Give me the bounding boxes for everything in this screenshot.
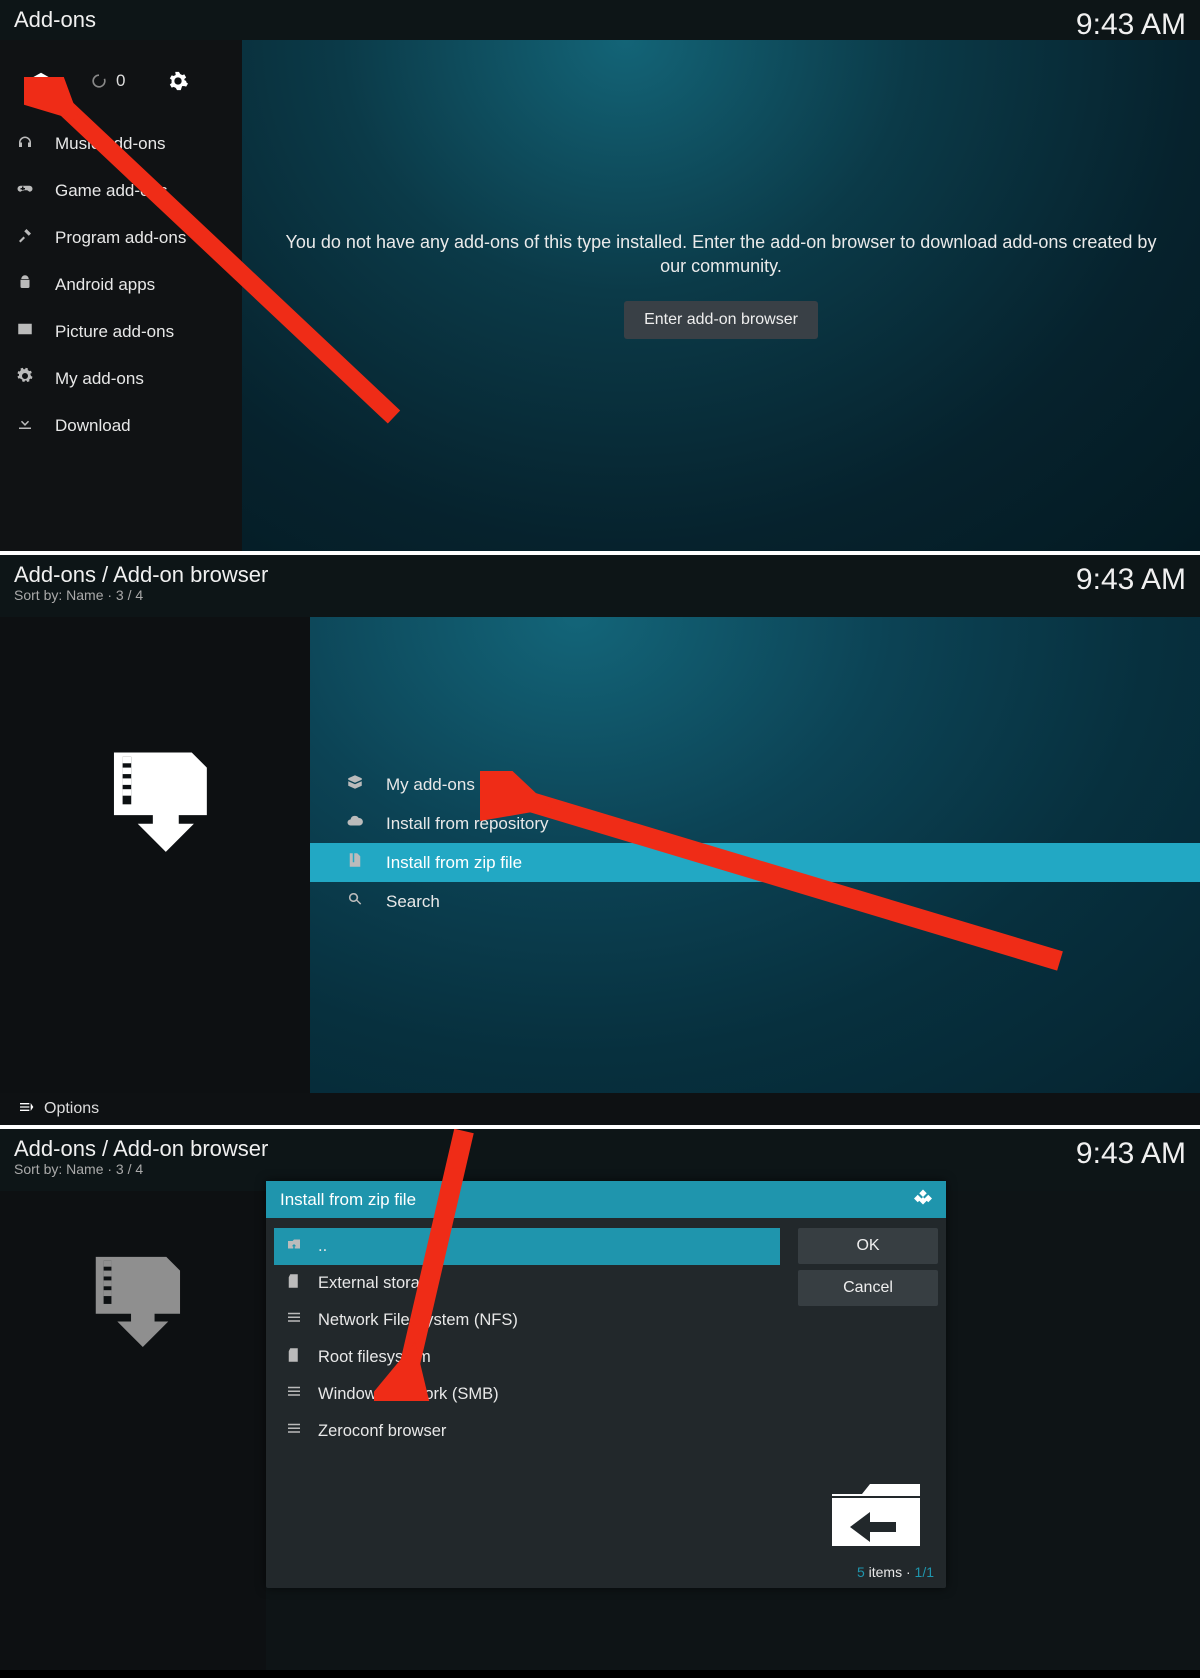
clock: 9:43 AM: [1076, 8, 1186, 42]
sidebar: 0 Music add-ons Game add-ons Program add-o…: [0, 40, 242, 551]
zip-download-icon: [86, 746, 224, 854]
page-title: Add-ons / Add-on browser: [14, 1137, 1076, 1160]
sidebar-item-my-add-ons[interactable]: My add-ons: [0, 355, 242, 402]
file-row-network-file-system-nfs-[interactable]: Network File System (NFS): [274, 1302, 780, 1339]
sidebar-item-download[interactable]: Download: [0, 402, 242, 449]
page-title: Add-ons: [14, 8, 1076, 31]
file-row-label: Root filesystem: [318, 1348, 431, 1367]
browser-row-label: My add-ons: [386, 775, 475, 795]
sidebar-item-label: Picture add-ons: [55, 322, 174, 342]
refresh-icon[interactable]: [88, 70, 110, 92]
sidebar-item-label: Android apps: [55, 275, 155, 295]
browser-row-label: Search: [386, 892, 440, 912]
empty-message: You do not have any add-ons of this type…: [282, 230, 1160, 279]
browser-row-label: Install from repository: [386, 814, 549, 834]
browser-row-label: Install from zip file: [386, 853, 522, 873]
ok-button[interactable]: OK: [798, 1228, 938, 1264]
tools-icon: [14, 226, 36, 249]
headphones-icon: [14, 132, 36, 155]
zip-icon: [344, 851, 366, 874]
kodi-logo-icon: [914, 1188, 932, 1211]
file-row-windows-network-smb-[interactable]: Windows network (SMB): [274, 1376, 780, 1413]
main-content: You do not have any add-ons of this type…: [242, 40, 1200, 551]
sidebar-item-label: Program add-ons: [55, 228, 186, 248]
cancel-button[interactable]: Cancel: [798, 1270, 938, 1306]
footer-count: 5: [857, 1564, 865, 1580]
box-icon: [344, 773, 366, 796]
dialog-title-bar: Install from zip file: [266, 1181, 946, 1218]
sidebar-item-label: My add-ons: [55, 369, 144, 389]
options-bar[interactable]: Options: [0, 1093, 1200, 1125]
refresh-count: 0: [116, 71, 125, 91]
dialog-footer: 5 items · 1/1: [266, 1564, 946, 1588]
settings-icon[interactable]: [167, 70, 189, 92]
sidebar-item-game-add-ons[interactable]: Game add-ons: [0, 167, 242, 214]
header: Add-ons 9:43 AM: [0, 0, 1200, 40]
page-subtitle: Sort by: Name · 3 / 4: [14, 1161, 1076, 1177]
file-row--[interactable]: ..: [274, 1228, 780, 1265]
footer-items-label: items ·: [865, 1564, 915, 1580]
gamepad-icon: [14, 179, 36, 202]
android-icon: [14, 273, 36, 296]
download-icon: [14, 414, 36, 437]
options-icon: [18, 1099, 34, 1120]
browser-list-panel: My add-ons Install from repository Install…: [310, 617, 1200, 1093]
box-open-icon[interactable]: [30, 70, 52, 92]
sdcard-icon: [284, 1272, 304, 1295]
clock: 9:43 AM: [1076, 563, 1186, 597]
footer-page: 1/1: [915, 1564, 934, 1580]
sidebar-item-picture-add-ons[interactable]: Picture add-ons: [0, 308, 242, 355]
file-row-external-storage[interactable]: External storage: [274, 1265, 780, 1302]
network-icon: [284, 1309, 304, 1332]
screen-addons: Add-ons 9:43 AM 0 Music add-ons Game add-…: [0, 0, 1200, 555]
screen-addon-browser: Add-ons / Add-on browser Sort by: Name ·…: [0, 555, 1200, 1129]
file-row-label: Zeroconf browser: [318, 1422, 446, 1441]
browser-row-install-from-repository[interactable]: Install from repository: [310, 804, 1200, 843]
enter-addon-browser-button[interactable]: Enter add-on browser: [624, 301, 818, 339]
browser-row-my-add-ons[interactable]: My add-ons: [310, 765, 1200, 804]
up-icon: [284, 1235, 304, 1258]
file-list: .. External storage Network File System (N…: [274, 1228, 780, 1450]
sidebar-item-label: Music add-ons: [55, 134, 166, 154]
sidebar-item-android-apps[interactable]: Android apps: [0, 261, 242, 308]
dialog-title: Install from zip file: [280, 1190, 416, 1210]
search-icon: [344, 890, 366, 913]
file-row-label: Network File System (NFS): [318, 1311, 518, 1330]
file-row-zeroconf-browser[interactable]: Zeroconf browser: [274, 1413, 780, 1450]
sidebar-item-music-add-ons[interactable]: Music add-ons: [0, 120, 242, 167]
network-icon: [284, 1383, 304, 1406]
cloud-icon: [344, 812, 366, 835]
file-row-label: Windows network (SMB): [318, 1385, 499, 1404]
install-zip-dialog: Install from zip file .. External storage…: [266, 1181, 946, 1588]
sidebar-thumbnail: [0, 617, 310, 1093]
file-row-label: External storage: [318, 1274, 438, 1293]
page-title: Add-ons / Add-on browser: [14, 563, 1076, 586]
header: Add-ons / Add-on browser Sort by: Name ·…: [0, 1129, 1200, 1169]
sidebar-item-label: Game add-ons: [55, 181, 167, 201]
gears-icon: [14, 367, 36, 390]
sdcard-icon: [284, 1346, 304, 1369]
page-subtitle: Sort by: Name · 3 / 4: [14, 587, 1076, 603]
picture-icon: [14, 320, 36, 343]
header: Add-ons / Add-on browser Sort by: Name ·…: [0, 555, 1200, 595]
zip-download-icon: [69, 1251, 197, 1349]
sidebar-item-program-add-ons[interactable]: Program add-ons: [0, 214, 242, 261]
browser-row-search[interactable]: Search: [310, 882, 1200, 921]
sidebar-thumbnail: [0, 1191, 266, 1670]
folder-back-icon[interactable]: [816, 1462, 936, 1562]
browser-row-install-from-zip-file[interactable]: Install from zip file: [310, 843, 1200, 882]
top-icon-row: 0: [0, 52, 242, 120]
sidebar-item-label: Download: [55, 416, 131, 436]
screen-install-zip-dialog: Add-ons / Add-on browser Sort by: Name ·…: [0, 1129, 1200, 1670]
clock: 9:43 AM: [1076, 1137, 1186, 1171]
network-icon: [284, 1420, 304, 1443]
file-row-root-filesystem[interactable]: Root filesystem: [274, 1339, 780, 1376]
options-label: Options: [44, 1100, 99, 1118]
file-row-label: ..: [318, 1237, 327, 1256]
main-dimmed: Install from zip file .. External storage…: [266, 1191, 1200, 1670]
